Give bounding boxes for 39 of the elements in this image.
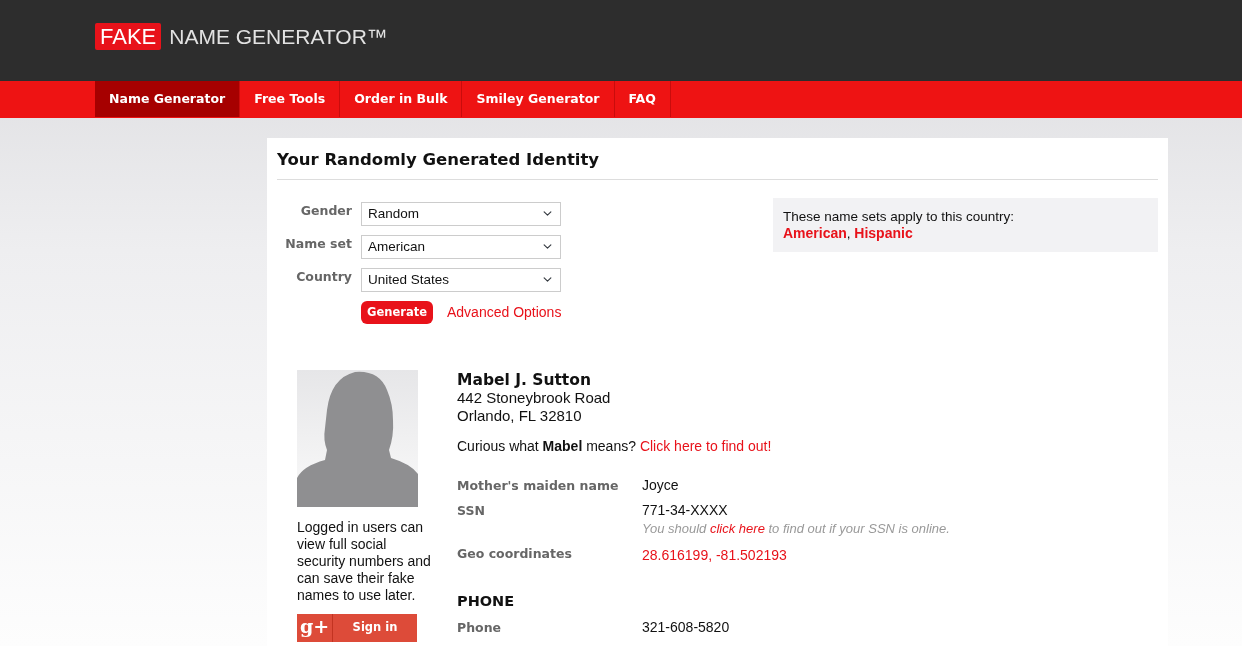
field-label: Gender <box>299 201 352 219</box>
nav-tab[interactable]: Order in Bulk <box>340 81 463 117</box>
value-link[interactable]: 28.616199, -81.502193 <box>642 546 787 564</box>
advanced-options-link[interactable]: Advanced Options <box>446 301 562 323</box>
find-out-link[interactable]: Click here to find out! <box>639 437 772 454</box>
info-text: These name sets apply to this country: <box>783 207 1016 225</box>
dropdown-select[interactable]: United States <box>361 267 561 292</box>
dropdown-select[interactable]: Random <box>361 201 561 226</box>
field-label: Geo coordinates <box>457 544 573 563</box>
nav-tab[interactable]: FAQ <box>614 81 671 117</box>
dropdown-select[interactable]: American <box>361 234 561 259</box>
g-plus-logo: g+ <box>297 613 333 642</box>
name-set-list: American, Hispanic <box>783 224 1148 242</box>
field-label: Country <box>295 267 352 285</box>
field-label: SSN <box>457 501 486 520</box>
address-line: 442 Stoneybrook Road <box>457 388 612 407</box>
generate-button[interactable]: Generate <box>361 300 433 324</box>
section-heading: PHONE <box>457 591 516 610</box>
field-label: Name set <box>284 234 352 252</box>
person-name: Mabel J. Sutton <box>457 370 592 389</box>
ssn-note: You should click here to find out if your SSN is online. <box>642 519 950 537</box>
login-note: Logged in users can view full social security numbers and can save their fake names to use later. <box>297 518 432 604</box>
field-value: 771-34-XXXX <box>642 501 729 519</box>
nav-tab[interactable]: Name Generator <box>95 81 241 117</box>
name-set-link[interactable]: American <box>783 224 847 241</box>
name-set-link[interactable]: Hispanic <box>854 224 913 241</box>
field-label: Phone <box>457 618 503 636</box>
click-here-link[interactable]: click here <box>709 520 765 536</box>
name-meaning-text: Curious what Mabel means? Click here to find out! <box>457 437 773 455</box>
nav-tab[interactable]: Smiley Generator <box>462 81 615 117</box>
nav-tab[interactable]: Free Tools <box>240 81 341 117</box>
address-line: Orlando, FL 32810 <box>457 406 583 425</box>
page-title: Your Randomly Generated Identity <box>277 150 1158 180</box>
field-value: 321-608-5820 <box>642 618 730 636</box>
field-label: Mother's maiden name <box>457 476 620 494</box>
sign-in-button[interactable]: g+ Sign in <box>297 613 417 642</box>
logo-text: NAME GENERATOR™ <box>169 24 388 50</box>
logo-badge: FAKE <box>95 23 162 50</box>
field-value: Joyce <box>642 476 679 494</box>
